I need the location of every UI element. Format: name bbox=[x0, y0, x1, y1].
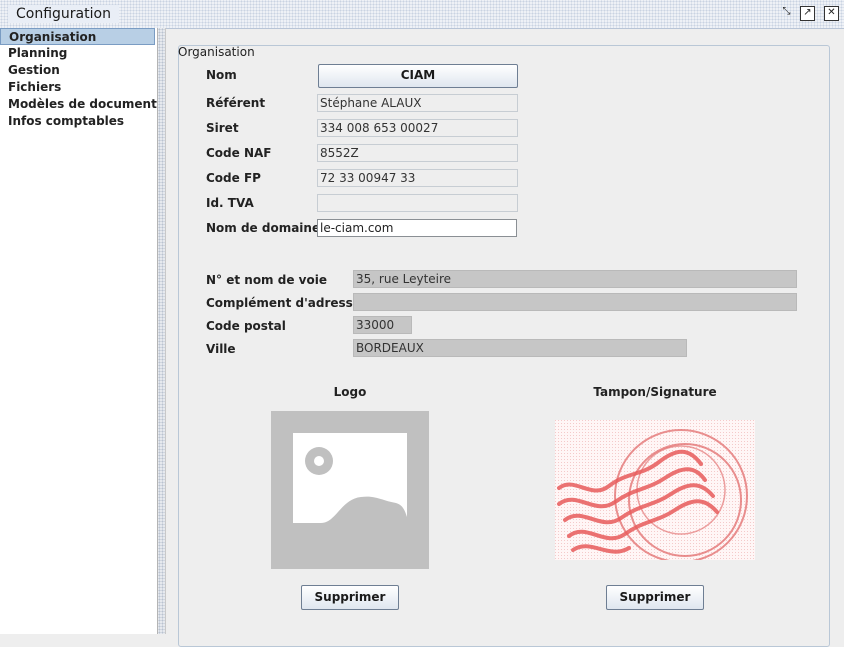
tampon-image[interactable] bbox=[555, 420, 755, 563]
siret-field[interactable]: 334 008 653 00027 bbox=[317, 119, 518, 137]
maximize-icon[interactable]: ↗ bbox=[800, 6, 815, 21]
complement-label: Complément d'adresse bbox=[206, 296, 361, 310]
id-tva-field[interactable] bbox=[317, 194, 518, 212]
delete-logo-button[interactable]: Supprimer bbox=[301, 585, 399, 610]
close-icon[interactable]: ✕ bbox=[824, 6, 839, 21]
sidebar-item-organisation[interactable]: Organisation bbox=[0, 28, 155, 45]
sidebar-item-planning[interactable]: Planning bbox=[0, 45, 155, 62]
split-divider[interactable] bbox=[158, 28, 166, 634]
nom-button[interactable]: CIAM bbox=[318, 64, 518, 88]
stamp-icon bbox=[555, 420, 755, 563]
nom-label: Nom bbox=[206, 68, 237, 82]
id-tva-label: Id. TVA bbox=[206, 196, 254, 210]
delete-tampon-button[interactable]: Supprimer bbox=[606, 585, 704, 610]
sidebar: Organisation Planning Gestion Fichiers M… bbox=[0, 28, 158, 634]
sidebar-item-gestion[interactable]: Gestion bbox=[0, 62, 155, 79]
ville-label: Ville bbox=[206, 342, 236, 356]
code-fp-label: Code FP bbox=[206, 171, 261, 185]
code-fp-field[interactable]: 72 33 00947 33 bbox=[317, 169, 518, 187]
window-title: Configuration bbox=[8, 5, 119, 23]
voie-field[interactable]: 35, rue Leyteire bbox=[353, 270, 797, 288]
logo-image[interactable] bbox=[271, 411, 429, 569]
logo-caption: Logo bbox=[333, 385, 367, 399]
referent-field[interactable]: Stéphane ALAUX bbox=[317, 94, 518, 112]
code-naf-label: Code NAF bbox=[206, 146, 272, 160]
code-postal-field[interactable]: 33000 bbox=[353, 316, 412, 334]
title-bar: Configuration ⤡ ↗ ✕ bbox=[0, 0, 844, 29]
tampon-caption: Tampon/Signature bbox=[593, 385, 717, 399]
complement-field[interactable] bbox=[353, 293, 797, 311]
group-legend: Organisation bbox=[178, 45, 255, 59]
referent-label: Référent bbox=[206, 96, 266, 110]
image-placeholder-icon bbox=[271, 411, 429, 569]
sidebar-item-infos-comptables[interactable]: Infos comptables bbox=[0, 113, 155, 130]
nom-domaine-input[interactable]: le-ciam.com bbox=[317, 219, 517, 237]
voie-label: N° et nom de voie bbox=[206, 273, 327, 287]
nom-domaine-label: Nom de domaine bbox=[206, 221, 321, 235]
sidebar-item-fichiers[interactable]: Fichiers bbox=[0, 79, 155, 96]
sidebar-item-modeles[interactable]: Modèles de document bbox=[0, 96, 157, 113]
minimize-icon[interactable]: ⤡ bbox=[780, 6, 793, 19]
ville-field[interactable]: BORDEAUX bbox=[353, 339, 687, 357]
siret-label: Siret bbox=[206, 121, 239, 135]
code-postal-label: Code postal bbox=[206, 319, 286, 333]
code-naf-field[interactable]: 8552Z bbox=[317, 144, 518, 162]
